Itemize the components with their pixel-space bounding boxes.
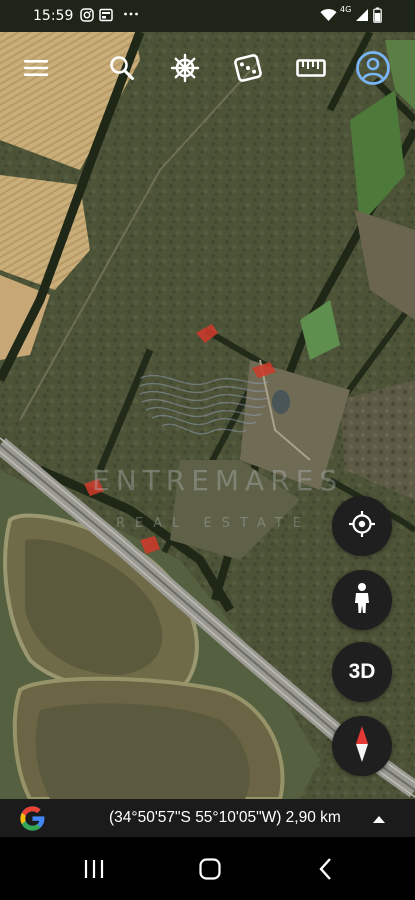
watermark-subtitle: REAL ESTATE: [116, 516, 311, 531]
nav-bar: [0, 837, 415, 900]
back-icon[interactable]: [296, 851, 356, 887]
dice-icon[interactable]: [228, 48, 268, 88]
3d-toggle-button[interactable]: 3D: [332, 642, 392, 702]
compass-icon: [354, 725, 370, 768]
voyager-ship-wheel-icon[interactable]: [165, 48, 205, 88]
screen-share-icon: [99, 8, 113, 25]
status-time: 15:59: [33, 8, 74, 24]
4g-icon: 4G: [340, 5, 352, 14]
street-view-button[interactable]: [332, 570, 392, 630]
watermark-title: ENTREMARES: [92, 464, 344, 497]
pegman-icon: [352, 582, 372, 619]
google-g-logo: [18, 804, 47, 838]
signal-icon: [355, 8, 369, 25]
info-bar: (34°50'57"S 55°10'05"W) 2,90 km: [0, 799, 415, 837]
status-bar: 15:59 4G: [0, 0, 415, 32]
battery-icon: [373, 7, 382, 26]
my-location-button[interactable]: [332, 496, 392, 556]
home-icon[interactable]: [180, 851, 240, 887]
more-dots-icon: [123, 6, 139, 23]
wifi-icon: [320, 8, 337, 25]
instagram-icon: [80, 8, 94, 25]
coordinates-text: (34°50'57"S 55°10'05"W) 2,90 km: [109, 809, 341, 826]
target-icon: [348, 510, 376, 543]
compass-button[interactable]: [332, 716, 392, 776]
account-icon[interactable]: [353, 48, 393, 88]
recents-icon[interactable]: [64, 851, 124, 887]
ruler-icon[interactable]: [291, 48, 331, 88]
caret-up-icon[interactable]: [372, 812, 386, 830]
search-icon[interactable]: [102, 48, 142, 88]
menu-icon[interactable]: [16, 48, 56, 88]
